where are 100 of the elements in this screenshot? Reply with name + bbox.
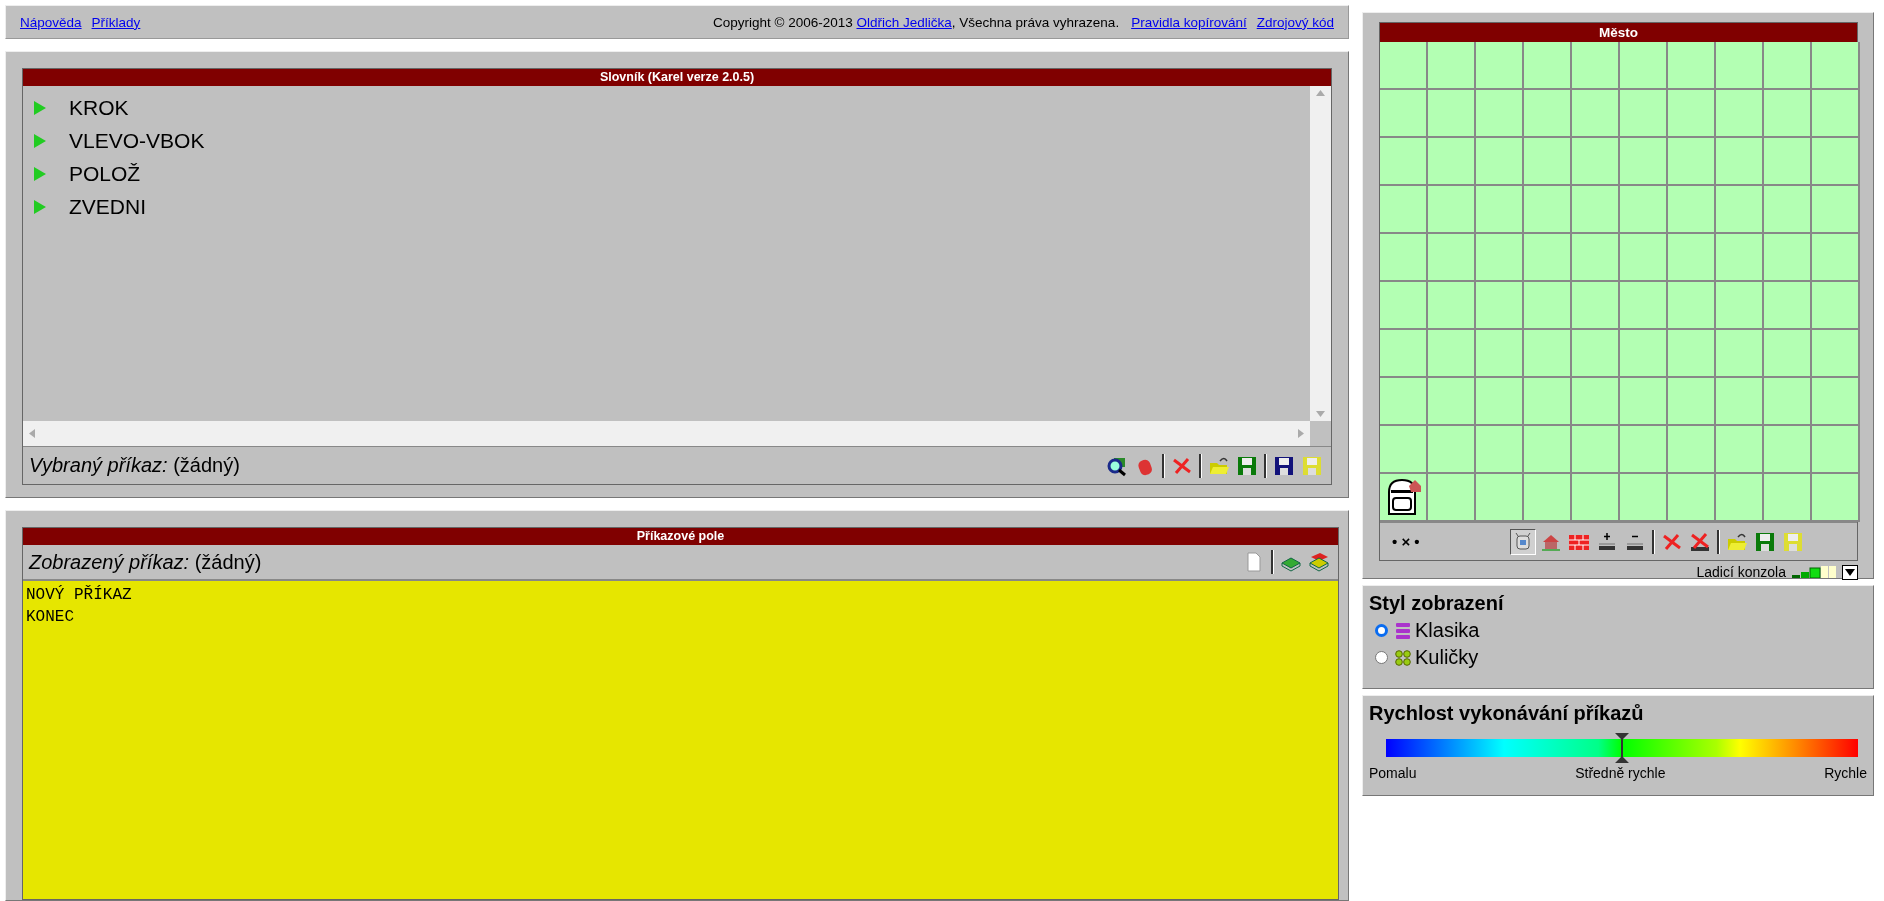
grid-cell[interactable]: [1812, 90, 1860, 138]
grid-cell[interactable]: [1524, 234, 1572, 282]
grid-cell[interactable]: [1428, 426, 1476, 474]
grid-cell[interactable]: [1668, 330, 1716, 378]
grid-cell[interactable]: [1476, 90, 1524, 138]
grid-cell[interactable]: [1428, 234, 1476, 282]
grid-cell[interactable]: [1476, 378, 1524, 426]
dropdown-button[interactable]: [1842, 564, 1858, 580]
grid-cell[interactable]: [1812, 186, 1860, 234]
grid-cell[interactable]: [1524, 42, 1572, 90]
grid-cell[interactable]: [1524, 426, 1572, 474]
grid-cell[interactable]: [1380, 234, 1428, 282]
nav-link[interactable]: Nápověda: [20, 14, 82, 30]
grid-cell[interactable]: [1572, 426, 1620, 474]
grid-cell[interactable]: [1668, 378, 1716, 426]
command-item[interactable]: ZVEDNI: [69, 194, 146, 219]
grid-cell[interactable]: [1716, 426, 1764, 474]
radio-button[interactable]: [1375, 624, 1388, 637]
grid-cell[interactable]: [1716, 282, 1764, 330]
grid-cell[interactable]: [1428, 138, 1476, 186]
grid-cell[interactable]: [1572, 378, 1620, 426]
grid-cell[interactable]: [1620, 282, 1668, 330]
command-item[interactable]: VLEVO-VBOK: [69, 128, 205, 153]
grid-cell[interactable]: [1812, 378, 1860, 426]
grid-cell[interactable]: [1524, 474, 1572, 522]
grid-cell[interactable]: [1428, 90, 1476, 138]
grid-cell[interactable]: [1764, 186, 1812, 234]
grid-cell[interactable]: [1572, 90, 1620, 138]
grid-cell[interactable]: [1764, 426, 1812, 474]
grid-cell[interactable]: [1572, 282, 1620, 330]
grid-cell[interactable]: [1716, 234, 1764, 282]
grid-cell[interactable]: [1668, 90, 1716, 138]
grid-cell[interactable]: [1380, 426, 1428, 474]
grid-cell[interactable]: [1812, 42, 1860, 90]
grid-cell[interactable]: [1812, 426, 1860, 474]
grid-cell[interactable]: [1764, 282, 1812, 330]
scroll-down-icon[interactable]: [1316, 411, 1325, 417]
command-editor[interactable]: NOVÝ PŘÍKAZ KONEC: [23, 580, 1338, 899]
grid-cell[interactable]: [1812, 330, 1860, 378]
footer-link[interactable]: Zdrojový kód: [1256, 14, 1334, 30]
grid-cell[interactable]: [1620, 138, 1668, 186]
grid-cell[interactable]: [1716, 474, 1764, 522]
grid-cell[interactable]: [1380, 42, 1428, 90]
grid-cell[interactable]: [1380, 90, 1428, 138]
grid-cell[interactable]: [1620, 234, 1668, 282]
grid-cell[interactable]: [1620, 330, 1668, 378]
grid-cell[interactable]: [1524, 138, 1572, 186]
grid-cell[interactable]: [1716, 378, 1764, 426]
grid-cell[interactable]: [1668, 186, 1716, 234]
slider-thumb[interactable]: [1615, 733, 1629, 763]
scroll-left-icon[interactable]: [29, 429, 35, 438]
grid-cell[interactable]: [1380, 474, 1428, 522]
grid-cell[interactable]: [1716, 42, 1764, 90]
grid-cell[interactable]: [1524, 330, 1572, 378]
grid-cell[interactable]: [1524, 378, 1572, 426]
grid-cell[interactable]: [1572, 234, 1620, 282]
grid-cell[interactable]: [1764, 42, 1812, 90]
grid-cell[interactable]: [1572, 42, 1620, 90]
grid-cell[interactable]: [1380, 330, 1428, 378]
grid-cell[interactable]: [1572, 330, 1620, 378]
scroll-right-icon[interactable]: [1298, 429, 1304, 438]
command-item[interactable]: KROK: [69, 95, 129, 120]
grid-cell[interactable]: [1812, 282, 1860, 330]
command-item[interactable]: POLOŽ: [69, 161, 141, 186]
grid-cell[interactable]: [1620, 90, 1668, 138]
grid-cell[interactable]: [1476, 282, 1524, 330]
grid-cell[interactable]: [1476, 426, 1524, 474]
grid-cell[interactable]: [1380, 138, 1428, 186]
scroll-up-icon[interactable]: [1316, 90, 1325, 96]
grid-cell[interactable]: [1812, 234, 1860, 282]
grid-cell[interactable]: [1668, 282, 1716, 330]
nav-link[interactable]: Příklady: [91, 14, 141, 30]
grid-cell[interactable]: [1668, 42, 1716, 90]
grid-cell[interactable]: [1764, 90, 1812, 138]
grid-cell[interactable]: [1428, 378, 1476, 426]
grid-cell[interactable]: [1572, 474, 1620, 522]
grid-cell[interactable]: [1764, 378, 1812, 426]
grid-cell[interactable]: [1428, 186, 1476, 234]
grid-cell[interactable]: [1476, 138, 1524, 186]
author-link[interactable]: Oldřich Jedlička: [856, 14, 952, 30]
grid-cell[interactable]: [1380, 378, 1428, 426]
grid-cell[interactable]: [1716, 186, 1764, 234]
grid-cell[interactable]: [1620, 378, 1668, 426]
radio-button[interactable]: [1375, 651, 1388, 664]
grid-cell[interactable]: [1716, 330, 1764, 378]
grid-cell[interactable]: [1620, 186, 1668, 234]
grid-cell[interactable]: [1524, 186, 1572, 234]
grid-cell[interactable]: [1476, 234, 1524, 282]
grid-cell[interactable]: [1668, 426, 1716, 474]
grid-cell[interactable]: [1524, 282, 1572, 330]
vertical-scrollbar[interactable]: [1310, 86, 1331, 421]
grid-cell[interactable]: [1620, 42, 1668, 90]
grid-cell[interactable]: [1716, 138, 1764, 186]
grid-cell[interactable]: [1428, 330, 1476, 378]
robot-icon[interactable]: [1510, 528, 1536, 555]
horizontal-scrollbar[interactable]: [23, 421, 1310, 446]
grid-cell[interactable]: [1668, 234, 1716, 282]
grid-cell[interactable]: [1812, 138, 1860, 186]
grid-cell[interactable]: [1380, 186, 1428, 234]
grid-cell[interactable]: [1764, 330, 1812, 378]
